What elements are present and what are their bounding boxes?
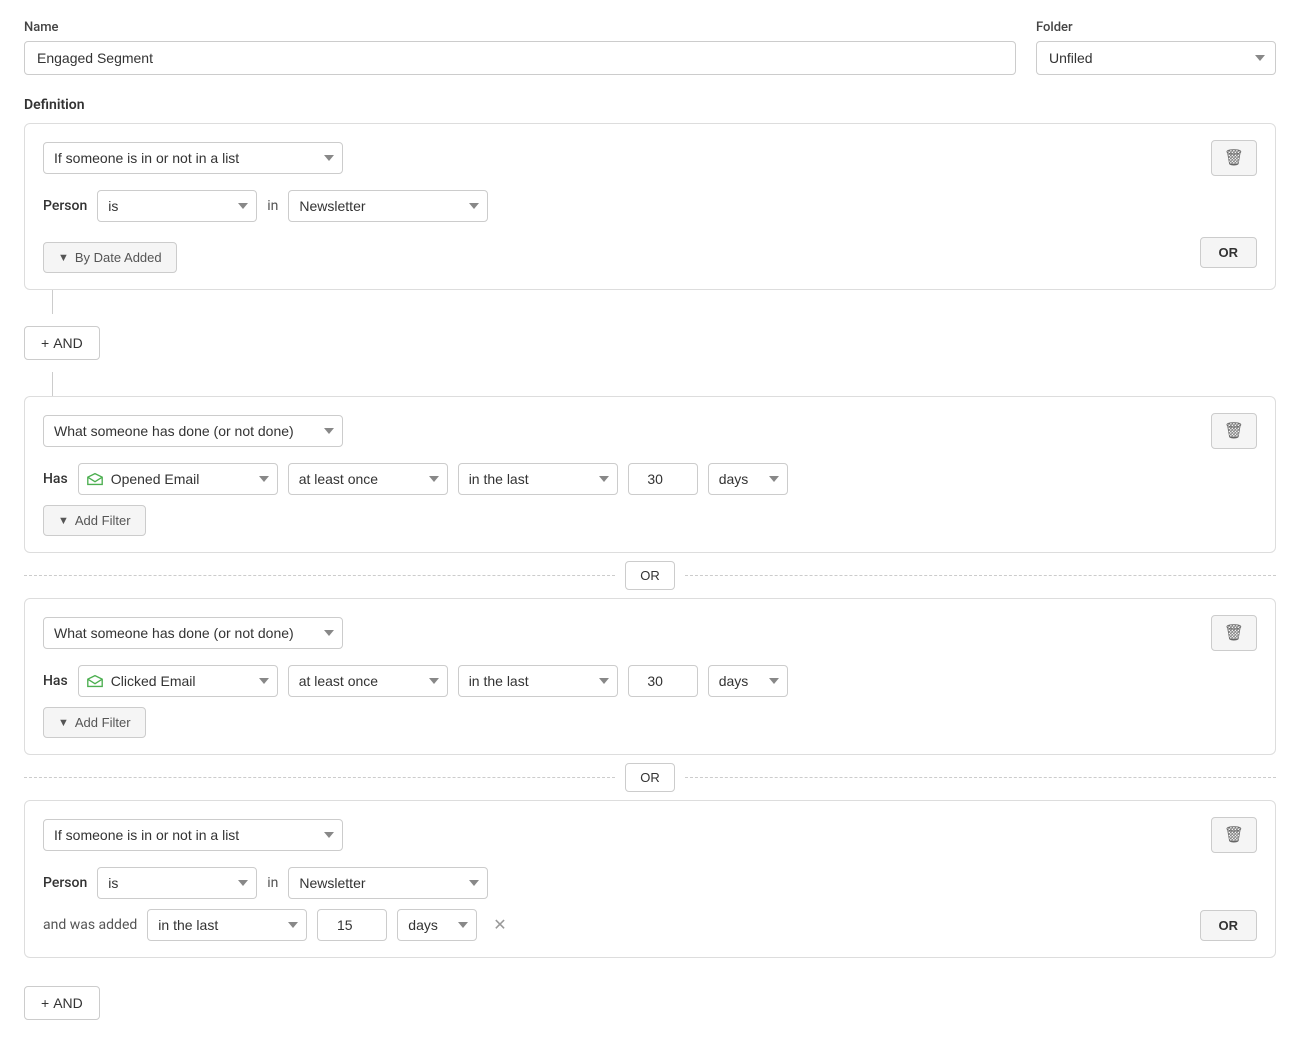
newsletter-select-1[interactable]: Newsletter: [288, 190, 488, 222]
has-label-2: Has: [43, 673, 68, 689]
condition-type-wrap-4: If someone is in or not in a list: [43, 819, 363, 851]
or-line-right-1: [685, 575, 1276, 576]
connector-line-1: [52, 290, 53, 314]
top-row: Name Folder Unfiled: [24, 20, 1276, 75]
name-input[interactable]: [24, 41, 1016, 75]
has-label-1: Has: [43, 471, 68, 487]
has-row-clicked: Has Clicked Email Opened Email at least …: [43, 665, 1257, 697]
person-is-select-2[interactable]: is is not: [97, 867, 257, 899]
condition-type-wrap-2: What someone has done (or not done): [43, 415, 363, 447]
days-number-input-2[interactable]: [628, 665, 698, 697]
folder-field-group: Folder Unfiled: [1036, 20, 1276, 75]
group-list-condition-1: If someone is in or not in a list 🗑 Pers…: [24, 123, 1276, 290]
name-label: Name: [24, 20, 1016, 35]
newsletter-select-2[interactable]: Newsletter: [288, 867, 488, 899]
person-label-2: Person: [43, 875, 87, 891]
time-range-select-2[interactable]: in the last over all time: [458, 665, 618, 697]
or-divider-1: OR: [24, 553, 1276, 598]
days-number-input-3[interactable]: [317, 909, 387, 941]
email-action-select-1[interactable]: Opened Email Clicked Email: [78, 463, 278, 495]
frequency-select-2[interactable]: at least once zero times: [288, 665, 448, 697]
has-row-opened: Has Opened Email Clicked Email at least …: [43, 463, 1257, 495]
card-header-3: What someone has done (or not done) 🗑: [43, 615, 1257, 651]
add-filter-btn-1[interactable]: ▼ Add Filter: [43, 505, 146, 536]
group-clicked-email: What someone has done (or not done) 🗑 Ha…: [24, 598, 1276, 755]
or-line-right-2: [685, 777, 1276, 778]
in-text-2: in: [267, 875, 278, 891]
condition-type-wrap-3: What someone has done (or not done): [43, 617, 363, 649]
was-added-row: and was added in the last over all time …: [43, 909, 1257, 941]
and-connector-wrap: + AND: [24, 290, 1276, 396]
and-plus-icon-2: +: [41, 995, 49, 1011]
days-unit-select-2[interactable]: days weeks months: [708, 665, 788, 697]
condition-type-select-1[interactable]: If someone is in or not in a list: [43, 142, 343, 174]
trash-icon-4: 🗑: [1224, 825, 1244, 845]
card-header-2: What someone has done (or not done) 🗑: [43, 413, 1257, 449]
or-divider-2: OR: [24, 755, 1276, 800]
page-bottom: + AND: [24, 974, 1276, 1032]
folder-select[interactable]: Unfiled: [1036, 41, 1276, 75]
group-opened-email: What someone has done (or not done) 🗑 Ha…: [24, 396, 1276, 553]
or-btn-2[interactable]: OR: [625, 763, 675, 792]
definition-title: Definition: [24, 97, 1276, 113]
delete-button-1[interactable]: 🗑: [1211, 140, 1257, 176]
or-button-1[interactable]: OR: [1200, 237, 1258, 268]
connector-line-2: [52, 372, 53, 396]
add-filter-label-1: Add Filter: [75, 513, 131, 528]
condition-type-select-2[interactable]: What someone has done (or not done): [43, 415, 343, 447]
email-action-wrapper-2: Clicked Email Opened Email: [78, 665, 278, 697]
person-row-2: Person is is not in Newsletter: [43, 867, 1257, 899]
card-header-4: If someone is in or not in a list 🗑: [43, 817, 1257, 853]
delete-button-4[interactable]: 🗑: [1211, 817, 1257, 853]
group-list-condition-2: If someone is in or not in a list 🗑 Pers…: [24, 800, 1276, 958]
or-button-2[interactable]: OR: [1200, 910, 1258, 941]
or-line-left-2: [24, 777, 615, 778]
filter-icon-2: ▼: [58, 717, 69, 729]
by-date-added-btn[interactable]: ▼ By Date Added: [43, 242, 177, 273]
card-header-1: If someone is in or not in a list 🗑: [43, 140, 1257, 176]
days-unit-select-3[interactable]: days weeks months: [397, 909, 477, 941]
and-label-2: AND: [53, 995, 83, 1011]
condition-type-select-4[interactable]: If someone is in or not in a list: [43, 819, 343, 851]
close-icon: ✕: [493, 915, 506, 935]
add-filter-btn-2[interactable]: ▼ Add Filter: [43, 707, 146, 738]
and-label-1: AND: [53, 335, 83, 351]
days-number-input-1[interactable]: [628, 463, 698, 495]
trash-icon-2: 🗑: [1224, 421, 1244, 441]
person-is-select-1[interactable]: is is not: [97, 190, 257, 222]
time-range-select-1[interactable]: in the last over all time: [458, 463, 618, 495]
delete-button-2[interactable]: 🗑: [1211, 413, 1257, 449]
trash-icon-1: 🗑: [1224, 148, 1244, 168]
or-btn-1[interactable]: OR: [625, 561, 675, 590]
in-the-last-select[interactable]: in the last over all time: [147, 909, 307, 941]
condition-type-select-3[interactable]: What someone has done (or not done): [43, 617, 343, 649]
trash-icon-3: 🗑: [1224, 623, 1244, 643]
person-label-1: Person: [43, 198, 87, 214]
remove-date-filter-btn[interactable]: ✕: [487, 913, 512, 937]
filter-icon-1: ▼: [58, 515, 69, 527]
add-and-button-1[interactable]: + AND: [24, 326, 100, 360]
by-date-added-label: By Date Added: [75, 250, 162, 265]
days-unit-select-1[interactable]: days weeks months: [708, 463, 788, 495]
add-filter-label-2: Add Filter: [75, 715, 131, 730]
delete-button-3[interactable]: 🗑: [1211, 615, 1257, 651]
email-action-select-2[interactable]: Clicked Email Opened Email: [78, 665, 278, 697]
condition-type-wrap-1: If someone is in or not in a list: [43, 142, 363, 174]
folder-label: Folder: [1036, 20, 1276, 35]
filter-icon-date: ▼: [58, 252, 69, 264]
email-action-wrapper-1: Opened Email Clicked Email: [78, 463, 278, 495]
and-plus-icon: +: [41, 335, 49, 351]
and-was-added-label: and was added: [43, 917, 137, 933]
in-text-1: in: [267, 198, 278, 214]
person-row-1: Person is is not in Newsletter: [43, 190, 1257, 222]
or-line-left-1: [24, 575, 615, 576]
frequency-select-1[interactable]: at least once zero times: [288, 463, 448, 495]
add-and-button-2[interactable]: + AND: [24, 986, 100, 1020]
name-field-group: Name: [24, 20, 1016, 75]
